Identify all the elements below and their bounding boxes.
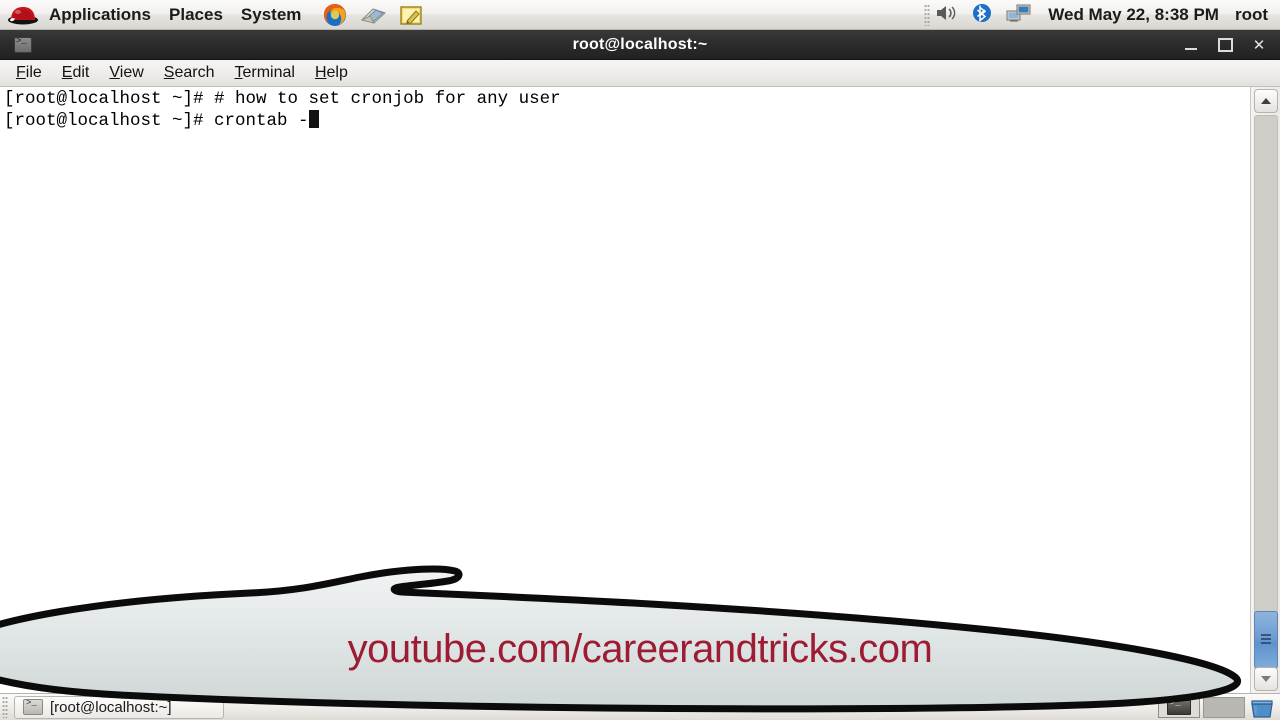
menu-search-mnemonic: S [163, 64, 175, 81]
terminal-titlebar[interactable]: root@localhost:~ ✕ [0, 30, 1280, 60]
workspace-1[interactable] [1158, 697, 1200, 718]
minimize-button[interactable] [1176, 33, 1206, 57]
workspace-2[interactable] [1203, 697, 1245, 718]
menu-system[interactable]: System [232, 2, 310, 28]
menu-edit-mnemonic: E [61, 64, 73, 81]
taskbar-window-button[interactable]: [root@localhost:~] [14, 695, 224, 719]
top-panel: Applications Places System Wed May 22, 8… [0, 0, 1280, 30]
terminal-menubar: File Edit View Search Terminal Help [0, 60, 1280, 87]
redhat-logo[interactable] [6, 2, 40, 28]
top-panel-left: Applications Places System [0, 0, 432, 30]
menu-search[interactable]: Search [154, 62, 225, 84]
menu-help[interactable]: Help [305, 62, 358, 84]
window-title: root@localhost:~ [572, 35, 708, 53]
menu-terminal[interactable]: Terminal [224, 62, 304, 84]
workspace-window-thumb [1167, 698, 1191, 715]
menu-view[interactable]: View [99, 62, 153, 84]
maximize-button[interactable] [1210, 33, 1240, 57]
menu-edit[interactable]: Edit [52, 62, 100, 84]
menu-edit-rest: dit [72, 64, 90, 81]
firefox-icon[interactable] [320, 2, 354, 28]
menu-search-rest: earch [174, 64, 215, 81]
taskbar-window-label: [root@localhost:~] [50, 698, 172, 716]
bottom-panel-grip [2, 696, 8, 718]
window-controls: ✕ [1176, 30, 1274, 60]
menu-view-rest: iew [119, 64, 144, 81]
close-icon[interactable]: ✕ [1244, 33, 1274, 57]
terminal-line-1: [root@localhost ~]# # how to set cronjob… [4, 89, 561, 109]
scroll-up-icon[interactable] [1254, 89, 1278, 113]
bluetooth-icon[interactable] [969, 2, 999, 28]
terminal-window: root@localhost:~ ✕ File Edit View Search… [0, 30, 1280, 693]
menu-help-rest: elp [326, 64, 348, 81]
menu-help-mnemonic: H [314, 64, 327, 81]
menu-terminal-rest: erminal [242, 64, 295, 81]
workspace-switcher [1158, 694, 1276, 720]
terminal-line-2: [root@localhost ~]# crontab - [4, 110, 309, 131]
scrollbar-thumb[interactable] [1254, 611, 1278, 669]
menu-places[interactable]: Places [160, 2, 232, 28]
terminal-text: [root@localhost ~]# # how to set cronjob… [4, 89, 561, 131]
terminal-scrollbar[interactable] [1250, 87, 1280, 693]
terminal-cursor [308, 109, 319, 128]
menu-file[interactable]: File [6, 62, 52, 84]
menu-view-mnemonic: V [109, 64, 120, 81]
terminal-output-area[interactable]: [root@localhost ~]# # how to set cronjob… [0, 87, 1280, 693]
evolution-mail-icon[interactable] [358, 2, 392, 28]
trash-icon[interactable] [1248, 696, 1276, 720]
menu-file-rest: ile [25, 64, 42, 81]
scrollbar-grip [1261, 634, 1271, 644]
scroll-down-icon[interactable] [1254, 667, 1278, 691]
panel-grip [924, 4, 931, 26]
menu-file-mnemonic: F [16, 64, 26, 81]
bottom-panel: [root@localhost:~] [0, 693, 1280, 720]
desktop-screen: Applications Places System Wed May 22, 8… [0, 0, 1280, 720]
top-panel-right: Wed May 22, 8:38 PM root [922, 0, 1280, 30]
scrollbar-trough[interactable] [1254, 115, 1278, 665]
text-editor-icon[interactable] [396, 2, 430, 28]
volume-icon[interactable] [933, 2, 963, 28]
menu-applications[interactable]: Applications [40, 2, 160, 28]
terminal-icon [23, 698, 43, 715]
user-menu[interactable]: root [1229, 5, 1280, 25]
network-icon[interactable] [1005, 2, 1035, 28]
clock[interactable]: Wed May 22, 8:38 PM [1038, 5, 1229, 25]
